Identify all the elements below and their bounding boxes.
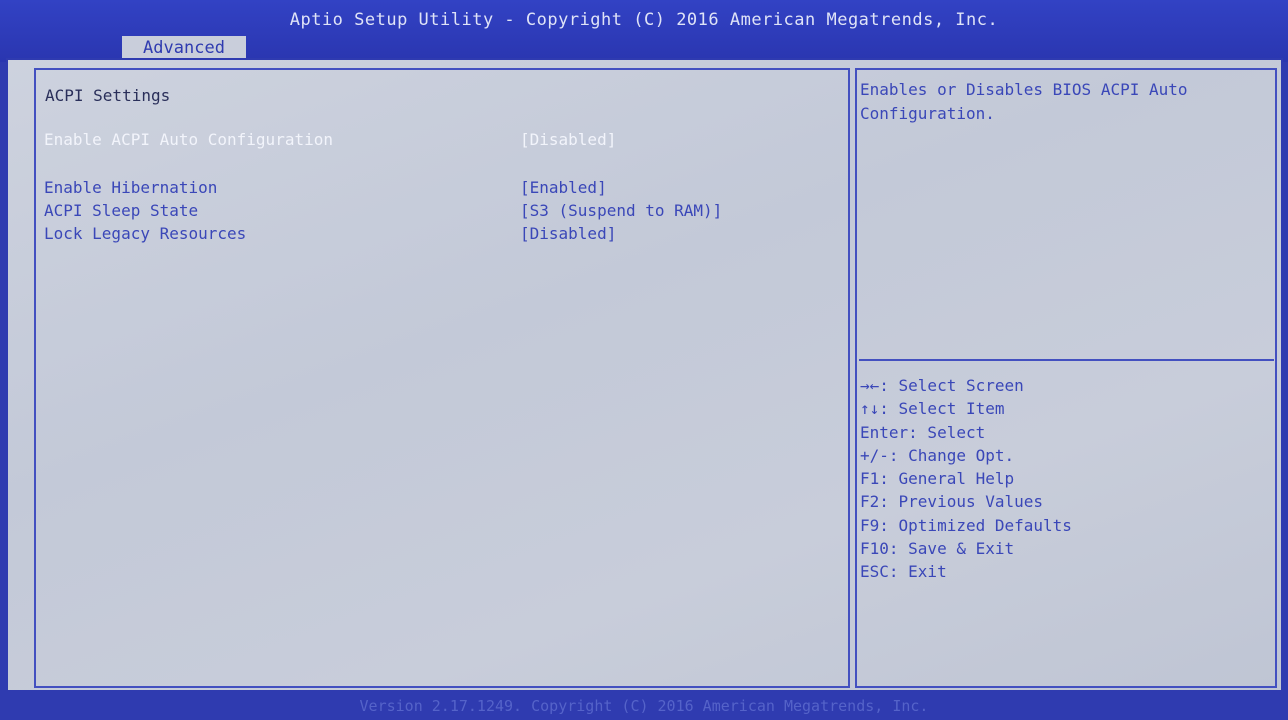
section-title: ACPI Settings — [45, 86, 171, 105]
key-hint: F1: General Help — [860, 469, 1015, 489]
setting-label: Enable ACPI Auto Configuration — [44, 130, 333, 149]
footer-bar: Version 2.17.1249. Copyright (C) 2016 Am… — [0, 692, 1288, 720]
key-hint: +/-: Change Opt. — [860, 445, 1015, 465]
setting-label: ACPI Sleep State — [44, 201, 199, 220]
setting-value[interactable]: [Disabled] — [520, 130, 616, 149]
key-hint: F10: Save & Exit — [860, 539, 1015, 559]
setting-label: Enable Hibernation — [44, 178, 218, 197]
settings-panel — [34, 68, 850, 688]
key-hint: F2: Previous Values — [860, 492, 1044, 512]
setting-label: Lock Legacy Resources — [44, 224, 247, 243]
setting-row-legacy-resources[interactable]: Lock Legacy Resources [Disabled] — [44, 224, 616, 281]
version-text: Version 2.17.1249. Copyright (C) 2016 Am… — [359, 697, 929, 715]
title-bar: Aptio Setup Utility - Copyright (C) 2016… — [0, 0, 1288, 62]
setting-value[interactable]: [Disabled] — [520, 224, 616, 243]
key-hint: F9: Optimized Defaults — [860, 515, 1072, 535]
window-title: Aptio Setup Utility - Copyright (C) 2016… — [289, 10, 999, 30]
help-divider — [859, 359, 1274, 361]
setting-value[interactable]: [S3 (Suspend to RAM)] — [520, 201, 722, 220]
key-hint: ↑↓: Select Item — [860, 399, 1005, 419]
key-hint: ESC: Exit — [860, 562, 947, 582]
key-legend: →←: Select Screen ↑↓: Select Item Enter:… — [860, 374, 1072, 584]
help-description: Enables or Disables BIOS ACPI Auto Confi… — [860, 80, 1188, 123]
key-hint: Enter: Select — [860, 422, 986, 442]
key-hint: →←: Select Screen — [860, 376, 1024, 395]
tab-advanced[interactable]: Advanced — [122, 36, 246, 60]
setting-value[interactable]: [Enabled] — [520, 178, 607, 197]
